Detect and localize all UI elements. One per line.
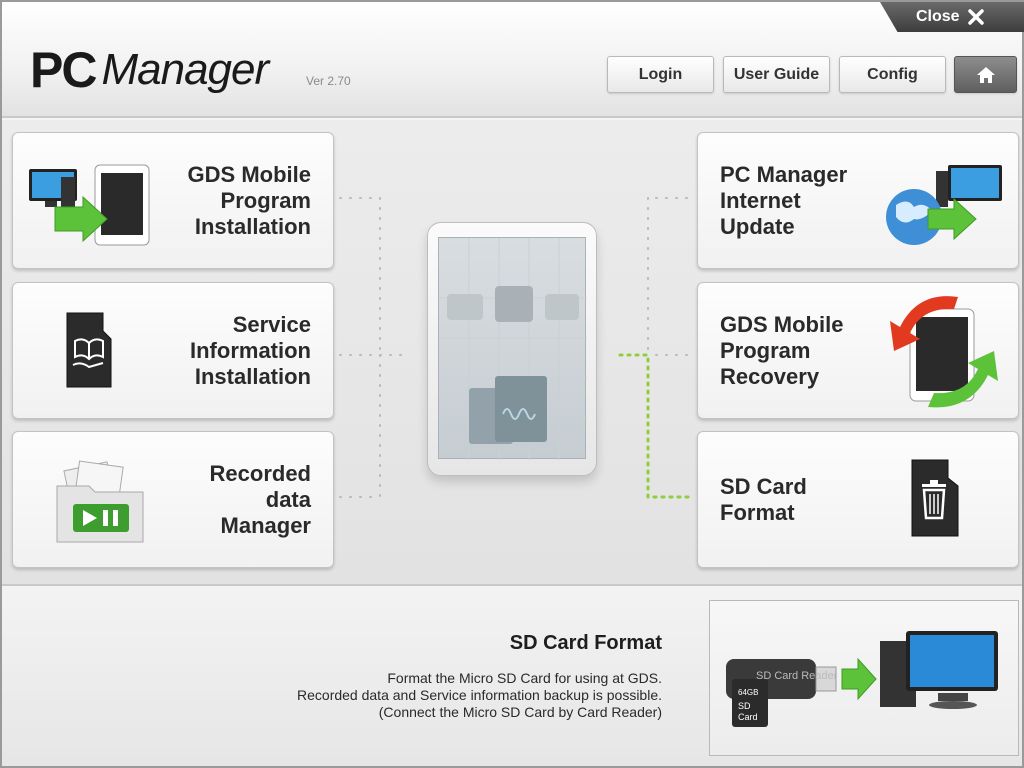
card-label-line: GDS Mobile [720,311,844,337]
gds-mobile-program-installation-card[interactable]: GDS Mobile Program Installation [12,132,334,269]
header: PC Manager Ver 2.70 Login User Guide Con… [2,2,1024,118]
card-label-line: Installation [194,363,311,389]
sd-card-format-illustration: SD Card Reader 64GB SD Card [709,600,1019,756]
card-label-line: GDS Mobile [187,161,311,187]
card-label-line: SD Card [720,473,807,499]
tablet-screen-art [439,238,587,460]
service-information-installation-card[interactable]: Service Information Installation [12,282,334,419]
description-line: (Connect the Micro SD Card by Card Reade… [378,704,662,720]
card-label-line: Internet [720,187,801,213]
card-label-line: Information [190,337,311,363]
card-label-line: Program [720,337,811,363]
pc-manager-window: PC Manager Ver 2.70 Login User Guide Con… [0,0,1024,768]
card-label-line: Service [232,311,311,337]
logo-manager-text: Manager [101,45,269,94]
main-panel: GDS Mobile Program Installation Service … [2,120,1022,584]
sd-card-format-card[interactable]: SD Card Format [697,431,1019,568]
description-title: SD Card Format [509,632,662,654]
home-button[interactable] [954,56,1017,93]
login-button[interactable]: Login [607,56,714,93]
home-icon [976,66,995,83]
close-x-icon [967,9,984,25]
card-label-line: PC Manager [720,161,848,187]
card-label-line: Recovery [720,363,820,389]
close-label: Close [916,8,960,25]
reader-label: SD Card Reader [756,670,838,682]
card-label-line: Program [220,187,311,213]
card-label: Recorded data Manager [210,461,311,539]
description-line: Recorded data and Service information ba… [297,687,662,703]
logo-pc-text: PC [30,42,97,98]
sd-card-book-icon [66,312,112,388]
folder-play-icon [56,460,144,543]
card-label-line: Manager [220,512,311,538]
app-logo: PC Manager [30,36,269,98]
card-label-card: Card [738,712,758,722]
user-guide-button[interactable]: User Guide [723,56,830,93]
card-label-sd: SD [738,701,751,711]
card-label-line: Recorded [209,460,311,486]
card-reader-to-pc-art: SD Card Reader 64GB SD Card [726,631,998,727]
gds-mobile-program-recovery-card[interactable]: GDS Mobile Program Recovery [697,282,1019,419]
card-label-line: data [265,486,311,512]
center-tablet-graphic [427,222,597,476]
pc-manager-internet-update-card[interactable]: PC Manager Internet Update [697,132,1019,269]
close-button[interactable]: Close [880,2,1024,32]
card-size-label: 64GB [738,688,758,697]
version-label: Ver 2.70 [306,74,351,88]
sd-card-trash-icon [911,459,959,537]
card-label: Service Information Installation [190,312,311,390]
tablet-recovery-icon [890,296,998,408]
description-line: Format the Micro SD Card for using at GD… [387,670,662,686]
card-label: SD Card Format [720,474,807,526]
globe-to-pc-icon [886,165,1002,245]
recorded-data-manager-card[interactable]: Recorded data Manager [12,431,334,568]
tablet-screen [438,237,587,460]
card-label-line: Update [720,213,795,239]
config-button[interactable]: Config [839,56,946,93]
pc-to-tablet-icon [29,164,150,246]
card-label-line: Installation [194,213,311,239]
description-panel: SD Card Format Format the Micro SD Card … [2,584,1022,766]
card-label-line: Format [720,499,795,525]
card-label: GDS Mobile Program Recovery [720,312,843,390]
card-label: GDS Mobile Program Installation [188,162,311,240]
card-label: PC Manager Internet Update [720,162,847,240]
